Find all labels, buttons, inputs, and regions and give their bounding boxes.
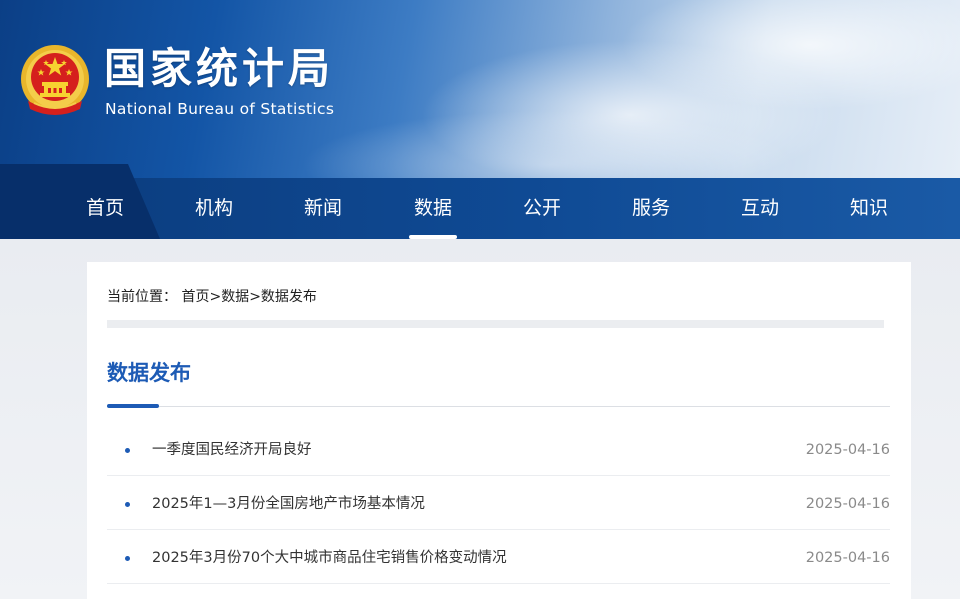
- breadcrumb-divider: [107, 320, 884, 328]
- bullet-dot-icon: [125, 502, 130, 507]
- nav-item-disclosure[interactable]: 公开: [497, 178, 587, 239]
- news-title[interactable]: 一季度国民经济开局良好: [152, 439, 312, 461]
- nav-item-knowledge[interactable]: 知识: [824, 178, 914, 239]
- news-title[interactable]: 2025年3月份70个大中城市商品住宅销售价格变动情况: [152, 547, 507, 569]
- site-title-en[interactable]: National Bureau of Statistics: [105, 99, 334, 119]
- news-date: 2025-04-16: [805, 550, 890, 566]
- section-title-underline: [107, 404, 159, 408]
- nav-item-interaction[interactable]: 互动: [715, 178, 805, 239]
- news-date: 2025-04-16: [805, 496, 890, 512]
- breadcrumb-home[interactable]: 首页: [181, 289, 209, 305]
- section-divider: [107, 406, 890, 407]
- news-list: 一季度国民经济开局良好 2025-04-16 2025年1—3月份全国房地产市场…: [107, 422, 890, 584]
- header-banner: 国家统计局 National Bureau of Statistics: [0, 0, 960, 178]
- section-title: 数据发布: [107, 361, 191, 385]
- nav-item-institutions[interactable]: 机构: [169, 178, 259, 239]
- breadcrumb-data[interactable]: 数据: [221, 289, 249, 305]
- breadcrumb-separator: >: [249, 289, 261, 305]
- news-title[interactable]: 2025年1—3月份全国房地产市场基本情况: [152, 493, 425, 515]
- national-emblem-icon[interactable]: [20, 43, 90, 121]
- list-item[interactable]: 2025年3月份70个大中城市商品住宅销售价格变动情况 2025-04-16: [107, 530, 890, 584]
- nav-item-data[interactable]: 数据: [388, 178, 478, 239]
- breadcrumb-separator: >: [209, 289, 222, 305]
- list-item[interactable]: 一季度国民经济开局良好 2025-04-16: [107, 422, 890, 476]
- bullet-dot-icon: [125, 448, 130, 453]
- nav-item-news[interactable]: 新闻: [278, 178, 368, 239]
- main-nav: 首页 机构 新闻 数据 公开 服务 互动 知识: [0, 164, 960, 239]
- breadcrumb: 当前位置： 首页>数据>数据发布: [107, 287, 317, 307]
- site-title-cn[interactable]: 国家统计局: [104, 44, 334, 94]
- breadcrumb-prefix: 当前位置：: [107, 289, 177, 305]
- bullet-dot-icon: [125, 556, 130, 561]
- breadcrumb-data-release[interactable]: 数据发布: [261, 289, 317, 305]
- content-card: 当前位置： 首页>数据>数据发布 数据发布 一季度国民经济开局良好 2025-0…: [87, 262, 911, 599]
- nav-item-home[interactable]: 首页: [60, 178, 150, 239]
- news-date: 2025-04-16: [805, 442, 890, 458]
- nav-item-services[interactable]: 服务: [606, 178, 696, 239]
- list-item[interactable]: 2025年1—3月份全国房地产市场基本情况 2025-04-16: [107, 476, 890, 530]
